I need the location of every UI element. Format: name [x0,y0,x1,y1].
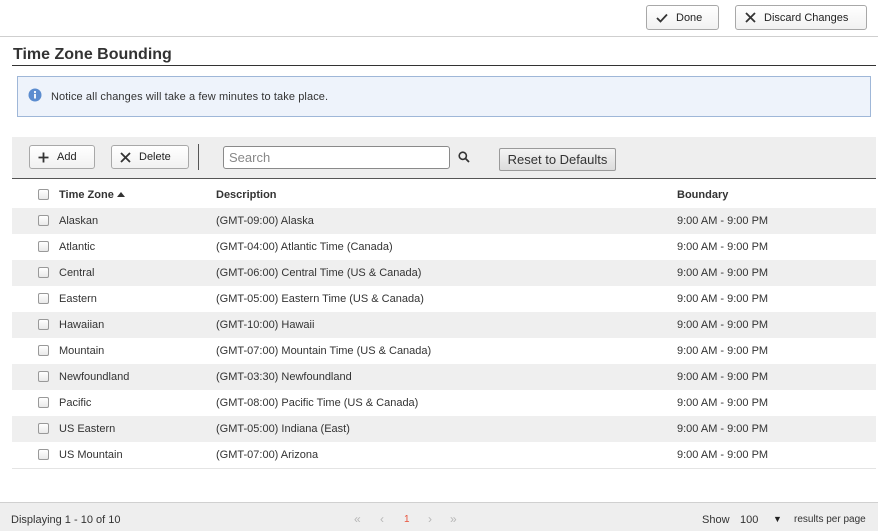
row-checkbox[interactable] [38,267,49,278]
column-header-time-zone-label: Time Zone [59,189,114,201]
row-checkbox[interactable] [38,293,49,304]
check-icon [656,13,668,23]
boundary-cell: 9:00 AM - 9:00 PM [677,345,769,357]
previous-page-icon[interactable]: ‹ [380,512,384,526]
last-page-icon[interactable]: » [450,512,457,526]
column-header-description[interactable]: Description [216,189,277,201]
time-zone-cell: US Mountain [59,449,123,461]
close-icon [745,12,756,23]
description-cell: (GMT-05:00) Eastern Time (US & Canada) [216,293,424,305]
select-all-checkbox[interactable] [38,189,49,200]
close-icon [120,151,131,163]
discard-changes-button[interactable]: Discard Changes [735,5,867,30]
current-page-number[interactable]: 1 [404,514,410,525]
time-zone-cell: US Eastern [59,423,116,435]
boundary-cell: 9:00 AM - 9:00 PM [677,423,769,435]
time-zone-cell: Alaskan [59,215,99,227]
row-checkbox[interactable] [38,345,49,356]
page-title: Time Zone Bounding [13,46,172,63]
search-icon[interactable] [458,151,470,166]
description-cell: (GMT-07:00) Arizona [216,449,319,461]
add-button-label: Add [57,151,77,163]
column-header-time-zone[interactable]: Time Zone [59,189,125,201]
search-input[interactable] [223,146,450,169]
boundary-cell: 9:00 AM - 9:00 PM [677,319,769,331]
description-cell: (GMT-04:00) Atlantic Time (Canada) [216,241,393,253]
time-zone-cell: Atlantic [59,241,96,253]
row-checkbox[interactable] [38,423,49,434]
pagination-footer: Displaying 1 - 10 of 10 « ‹ 1 › » Show 1… [0,502,878,531]
toolbar-separator [198,144,199,170]
row-checkbox[interactable] [38,397,49,408]
displaying-count: Displaying 1 - 10 of 10 [11,514,121,526]
row-checkbox[interactable] [38,215,49,226]
time-zone-cell: Newfoundland [59,371,130,383]
first-page-icon[interactable]: « [354,512,361,526]
per-page-select[interactable]: 100 [740,514,758,526]
boundary-cell: 9:00 AM - 9:00 PM [677,293,769,305]
next-page-icon[interactable]: › [428,512,432,526]
grid-bottom-divider [12,468,876,469]
row-checkbox[interactable] [38,241,49,252]
table-row[interactable]: Central (GMT-06:00) Central Time (US & C… [12,260,876,286]
plus-icon [38,152,49,163]
table-row[interactable]: Newfoundland (GMT-03:30) Newfoundland 9:… [12,364,876,390]
grid-toolbar: Add Delete Reset to Defaults [12,137,876,179]
table-row[interactable]: Mountain (GMT-07:00) Mountain Time (US &… [12,338,876,364]
show-label: Show [702,514,730,526]
table-row[interactable]: Atlantic (GMT-04:00) Atlantic Time (Cana… [12,234,876,260]
boundary-cell: 9:00 AM - 9:00 PM [677,215,769,227]
row-checkbox[interactable] [38,449,49,460]
time-zone-cell: Pacific [59,397,92,409]
description-cell: (GMT-05:00) Indiana (East) [216,423,350,435]
reset-to-defaults-button[interactable]: Reset to Defaults [499,148,616,171]
delete-button-label: Delete [139,151,171,163]
grid-header: Time Zone Description Boundary [12,180,876,208]
column-header-boundary[interactable]: Boundary [677,189,728,201]
chevron-down-icon[interactable]: ▼ [773,514,782,524]
table-row[interactable]: Pacific (GMT-08:00) Pacific Time (US & C… [12,390,876,416]
description-cell: (GMT-03:30) Newfoundland [216,371,352,383]
boundary-cell: 9:00 AM - 9:00 PM [677,449,769,461]
row-checkbox[interactable] [38,319,49,330]
description-cell: (GMT-10:00) Hawaii [216,319,315,331]
table-row[interactable]: US Mountain (GMT-07:00) Arizona 9:00 AM … [12,442,876,468]
top-action-bar: Done Discard Changes [0,0,878,37]
results-per-page-label: results per page [794,514,866,525]
boundary-cell: 9:00 AM - 9:00 PM [677,371,769,383]
discard-changes-label: Discard Changes [764,11,849,24]
time-zone-cell: Central [59,267,95,279]
description-cell: (GMT-06:00) Central Time (US & Canada) [216,267,422,279]
boundary-cell: 9:00 AM - 9:00 PM [677,241,769,253]
sort-ascending-icon [116,192,125,197]
notice-banner: Notice all changes will take a few minut… [17,76,871,117]
info-icon [28,88,42,105]
add-button[interactable]: Add [29,145,95,169]
table-row[interactable]: Hawaiian (GMT-10:00) Hawaii 9:00 AM - 9:… [12,312,876,338]
time-zone-cell: Hawaiian [59,319,105,331]
table-row[interactable]: Alaskan (GMT-09:00) Alaska 9:00 AM - 9:0… [12,208,876,234]
description-cell: (GMT-09:00) Alaska [216,215,314,227]
description-cell: (GMT-07:00) Mountain Time (US & Canada) [216,345,432,357]
time-zone-cell: Eastern [59,293,97,305]
boundary-cell: 9:00 AM - 9:00 PM [677,267,769,279]
notice-text: Notice all changes will take a few minut… [51,90,329,103]
row-checkbox[interactable] [38,371,49,382]
boundary-cell: 9:00 AM - 9:00 PM [677,397,769,409]
done-button[interactable]: Done [646,5,719,30]
description-cell: (GMT-08:00) Pacific Time (US & Canada) [216,397,419,409]
delete-button[interactable]: Delete [111,145,189,169]
table-row[interactable]: US Eastern (GMT-05:00) Indiana (East) 9:… [12,416,876,442]
table-row[interactable]: Eastern (GMT-05:00) Eastern Time (US & C… [12,286,876,312]
grid-body: Alaskan (GMT-09:00) Alaska 9:00 AM - 9:0… [12,208,876,468]
done-button-label: Done [676,11,703,24]
title-divider [12,65,876,66]
time-zone-cell: Mountain [59,345,105,357]
